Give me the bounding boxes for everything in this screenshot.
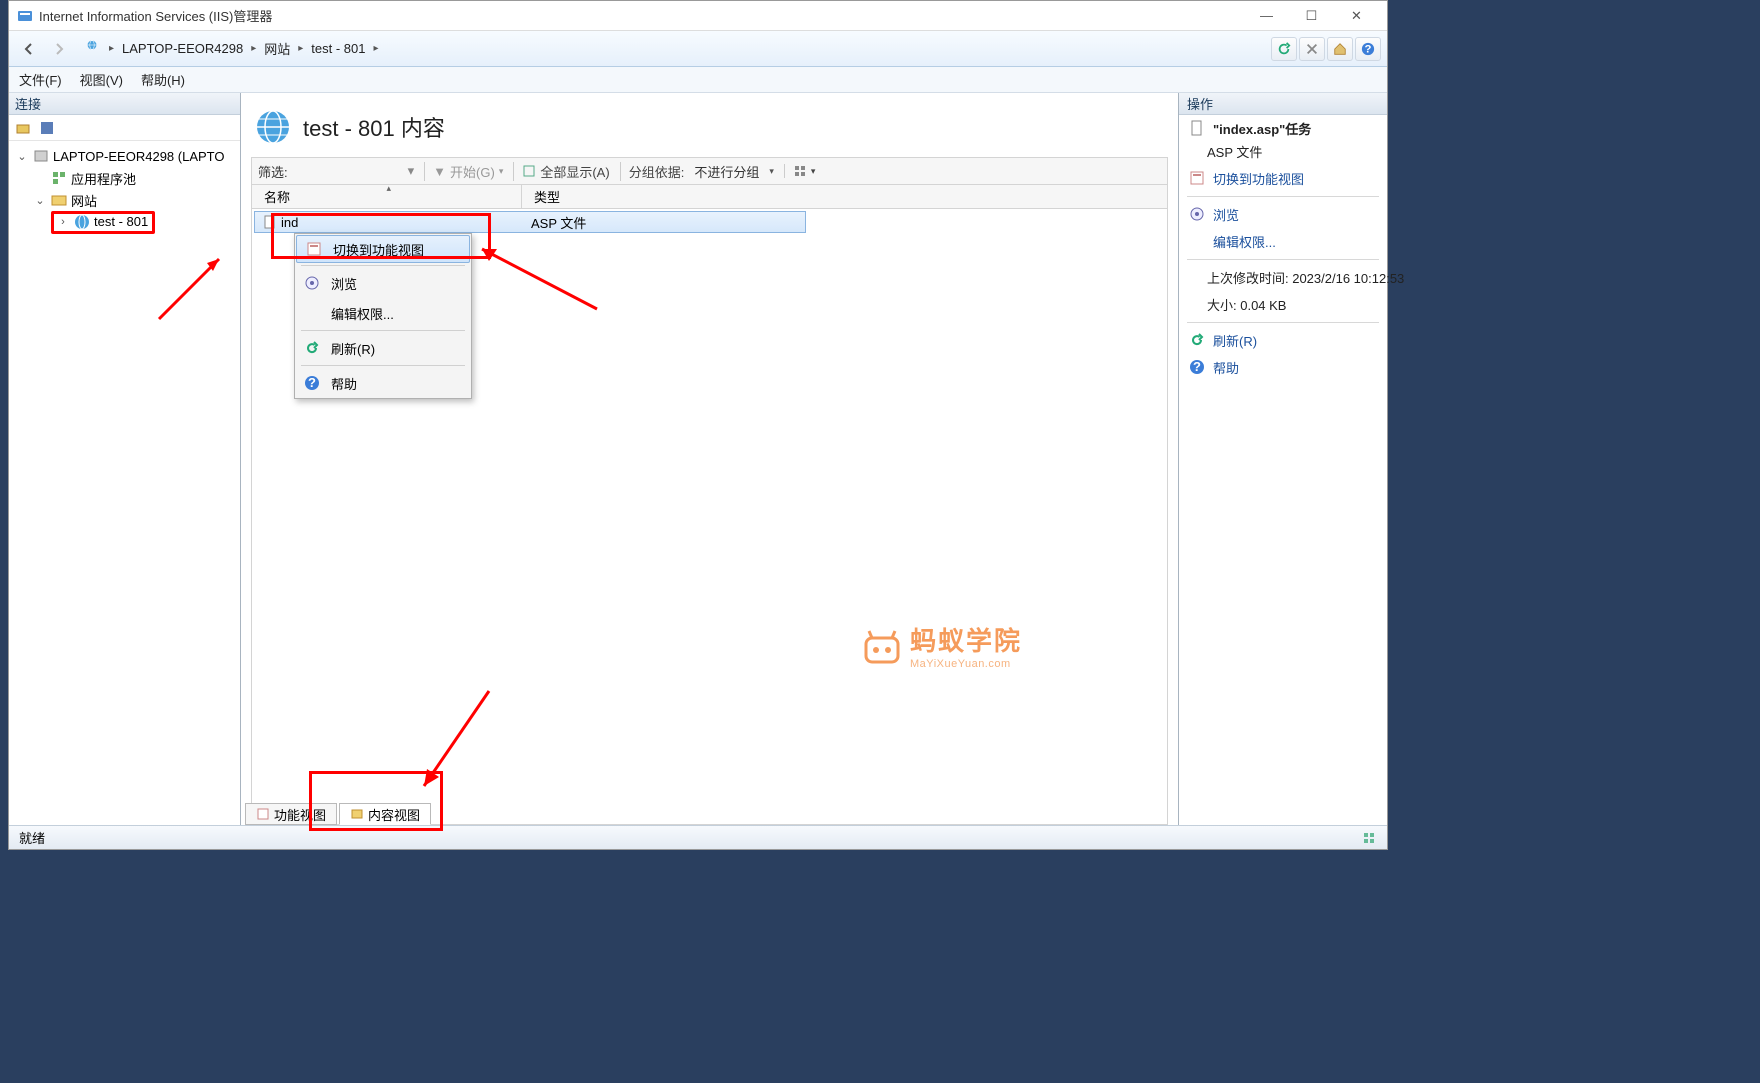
list-body[interactable]: ind ASP 文件 切换到功能视图 浏览 编辑权限...	[251, 209, 1168, 825]
groupby-value[interactable]: 不进行分组	[694, 162, 759, 181]
help-icon: ?	[303, 375, 321, 391]
tab-content-view[interactable]: 内容视图	[339, 803, 431, 825]
server-icon	[33, 148, 49, 164]
browse-icon	[1189, 206, 1205, 222]
list-header: 名称▴ 类型	[251, 185, 1168, 209]
breadcrumb-item[interactable]: test - 801	[307, 41, 369, 56]
menu-help[interactable]: 帮助(H)	[141, 70, 185, 89]
tree-sites[interactable]: ⌄ 网站	[11, 189, 238, 211]
svg-text:?: ?	[308, 375, 316, 390]
forward-button[interactable]	[45, 35, 73, 63]
app-icon	[17, 8, 33, 24]
action-refresh[interactable]: 刷新(R)	[1179, 327, 1387, 354]
actions-panel: 操作 "index.asp"任务 ASP 文件 切换到功能视图 浏览 编辑权限.…	[1179, 93, 1387, 825]
maximize-button[interactable]: ☐	[1289, 1, 1334, 31]
tree-label: test - 801	[94, 214, 148, 229]
save-icon[interactable]	[37, 118, 57, 138]
browse-icon	[303, 275, 321, 291]
action-switch-view[interactable]: 切换到功能视图	[1179, 165, 1387, 192]
watermark: 蚂蚁学院 MaYiXueYuan.com	[862, 621, 1022, 670]
expand-icon[interactable]: ⌄	[15, 150, 29, 163]
col-name[interactable]: 名称▴	[252, 185, 522, 208]
close-button[interactable]: ✕	[1334, 1, 1379, 31]
back-button[interactable]	[15, 35, 43, 63]
minimize-button[interactable]: —	[1244, 1, 1289, 31]
groupby-label: 分组依据:	[620, 162, 685, 181]
window-title: Internet Information Services (IIS)管理器	[39, 6, 1244, 25]
action-browse[interactable]: 浏览	[1179, 201, 1387, 228]
help-icon: ?	[1189, 359, 1205, 375]
tree-label: 应用程序池	[71, 169, 136, 188]
connections-toolbar	[9, 115, 240, 141]
filter-showall[interactable]: 全部显示(A)	[513, 162, 609, 181]
action-edit-permissions[interactable]: 编辑权限...	[1179, 228, 1387, 255]
refresh-icon	[1189, 332, 1205, 348]
iis-manager-window: Internet Information Services (IIS)管理器 —…	[8, 0, 1388, 850]
list-row[interactable]: ind ASP 文件	[254, 211, 806, 233]
home-nav-button[interactable]	[1327, 37, 1353, 61]
file-type: ASP 文件	[521, 213, 586, 232]
pool-icon	[51, 170, 67, 186]
action-task-title: "index.asp"任务	[1179, 115, 1387, 142]
groupby-extra[interactable]: ▾	[784, 164, 816, 178]
ctx-switch-view[interactable]: 切换到功能视图	[296, 235, 470, 263]
menubar: 文件(F) 视图(V) 帮助(H)	[9, 67, 1387, 93]
status-grip-icon	[1361, 830, 1377, 846]
action-modified: 上次修改时间: 2023/2/16 10:12:53	[1179, 264, 1387, 291]
menu-file[interactable]: 文件(F)	[19, 70, 62, 89]
nav-toolbar: ▸ LAPTOP-EEOR4298▸ 网站▸ test - 801▸ ?	[9, 31, 1387, 67]
breadcrumb-item[interactable]: LAPTOP-EEOR4298	[118, 41, 247, 56]
filter-label: 筛选:	[258, 162, 288, 181]
col-type[interactable]: 类型	[522, 187, 1167, 206]
ctx-browse[interactable]: 浏览	[295, 268, 471, 298]
view-icon	[1189, 170, 1205, 186]
expand-icon[interactable]: ›	[56, 216, 70, 228]
breadcrumb[interactable]: ▸ LAPTOP-EEOR4298▸ 网站▸ test - 801▸	[83, 39, 1271, 58]
action-help[interactable]: ? 帮助	[1179, 354, 1387, 381]
help-nav-button[interactable]: ?	[1355, 37, 1381, 61]
globe-icon	[83, 40, 101, 58]
filter-start[interactable]: ▼开始(G)▾	[424, 162, 503, 181]
action-size: 大小: 0.04 KB	[1179, 291, 1387, 318]
status-text: 就绪	[19, 828, 45, 847]
titlebar: Internet Information Services (IIS)管理器 —…	[9, 1, 1387, 31]
menu-view[interactable]: 视图(V)	[80, 70, 123, 89]
svg-text:?: ?	[1193, 359, 1201, 374]
tree-root[interactable]: ⌄ LAPTOP-EEOR4298 (LAPTO	[11, 145, 238, 167]
file-icon	[1189, 120, 1205, 136]
tree-app-pools[interactable]: 应用程序池	[11, 167, 238, 189]
connections-tree: ⌄ LAPTOP-EEOR4298 (LAPTO 应用程序池 ⌄ 网站 ›	[9, 141, 240, 825]
actions-header: 操作	[1179, 93, 1387, 115]
ctx-refresh[interactable]: 刷新(R)	[295, 333, 471, 363]
tree-label: 网站	[71, 191, 97, 210]
connections-panel: 连接 ⌄ LAPTOP-EEOR4298 (LAPTO 应用程序池 ⌄	[9, 93, 241, 825]
refresh-icon	[303, 340, 321, 356]
connections-header: 连接	[9, 93, 240, 115]
tab-feature-view[interactable]: 功能视图	[245, 803, 337, 825]
globe-icon	[74, 214, 90, 230]
ctx-help[interactable]: ? 帮助	[295, 368, 471, 398]
svg-text:?: ?	[1365, 43, 1372, 55]
ctx-edit-permissions[interactable]: 编辑权限...	[295, 298, 471, 328]
file-name: ind	[281, 215, 298, 230]
context-menu: 切换到功能视图 浏览 编辑权限... 刷新(R)	[294, 233, 472, 399]
tree-label: LAPTOP-EEOR4298 (LAPTO	[53, 149, 224, 164]
folder-icon	[51, 192, 67, 208]
tree-site-test801[interactable]: › test - 801	[11, 211, 238, 233]
globe-icon	[255, 109, 291, 145]
view-tabs: 功能视图 内容视图	[241, 799, 1178, 825]
statusbar: 就绪	[9, 825, 1387, 849]
page-title: test - 801 内容	[303, 111, 445, 143]
filter-toolbar: 筛选: ▾ ▼开始(G)▾ 全部显示(A) 分组依据: 不进行分组 ▾ ▾	[251, 157, 1168, 185]
content-panel: test - 801 内容 筛选: ▾ ▼开始(G)▾ 全部显示(A) 分组依据…	[241, 93, 1179, 825]
view-icon	[305, 241, 323, 257]
action-task-type: ASP 文件	[1179, 142, 1387, 165]
refresh-nav-button[interactable]	[1271, 37, 1297, 61]
filter-input[interactable]	[298, 164, 398, 179]
expand-icon[interactable]: ⌄	[33, 194, 47, 207]
connect-icon[interactable]	[13, 118, 33, 138]
stop-nav-button[interactable]	[1299, 37, 1325, 61]
breadcrumb-item[interactable]: 网站	[260, 39, 294, 58]
